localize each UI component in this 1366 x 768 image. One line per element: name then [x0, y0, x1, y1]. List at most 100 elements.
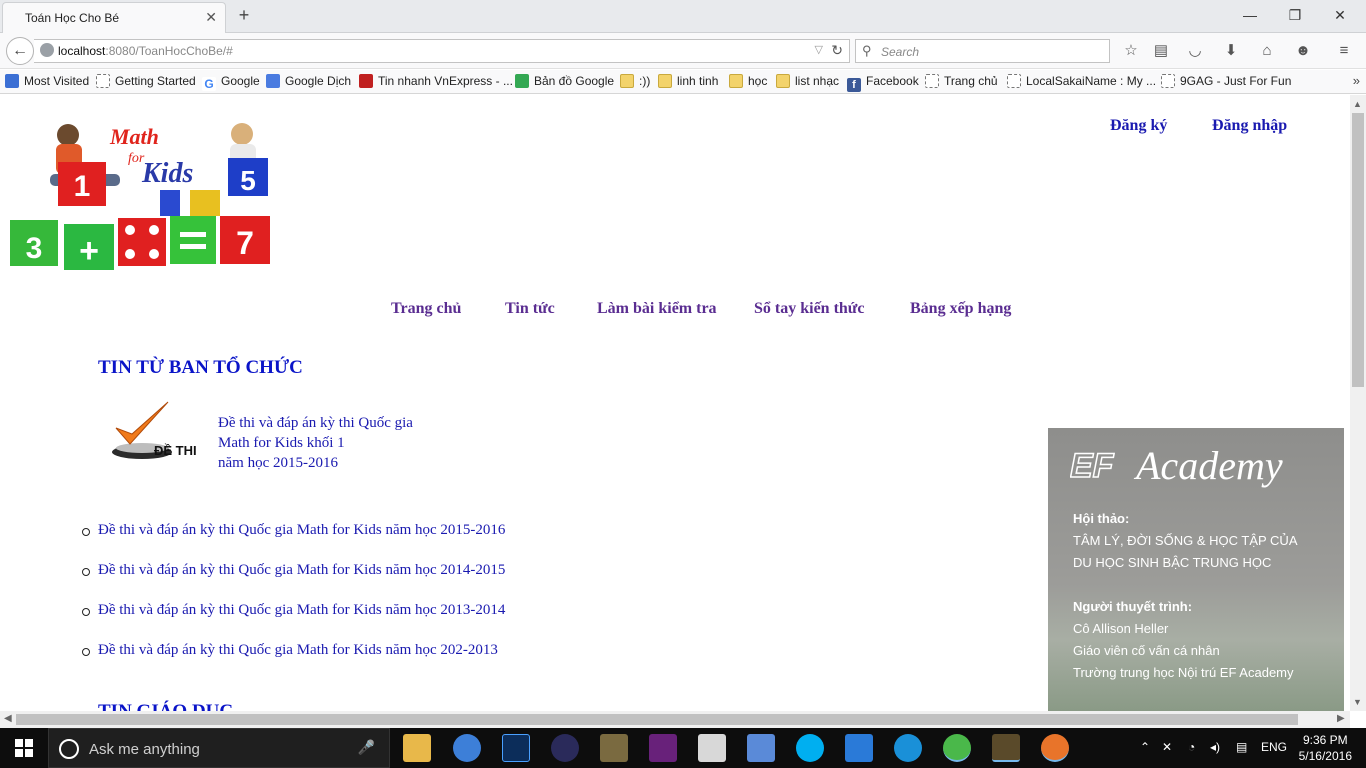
reading-list-icon[interactable]: ▤: [1151, 41, 1171, 61]
news-item[interactable]: Đề thi và đáp án kỳ thi Quốc gia Math fo…: [82, 522, 505, 562]
scroll-left-icon[interactable]: ◀: [4, 713, 12, 724]
bookmark-folder-list-nhac[interactable]: list nhạc: [776, 74, 839, 88]
google-icon: G: [202, 77, 216, 91]
horizontal-scroll-thumb[interactable]: [16, 714, 1298, 725]
game-icon[interactable]: [992, 734, 1020, 762]
url-dropdown-icon[interactable]: ▽: [815, 43, 823, 56]
action-center-icon[interactable]: ▤: [1236, 740, 1247, 754]
ad-presenter-heading: Người thuyết trình:: [1073, 599, 1193, 614]
bookmark-trang-chu[interactable]: Trang chủ: [925, 74, 998, 88]
system-clock[interactable]: 9:36 PM 5/16/2016: [1299, 732, 1352, 764]
new-tab-button[interactable]: +: [234, 5, 254, 26]
eclipse-icon[interactable]: [551, 734, 579, 762]
horizontal-scrollbar[interactable]: ◀ ▶: [0, 711, 1350, 728]
exam-icon-label: ĐỀ THI: [154, 443, 197, 458]
minimize-button[interactable]: —: [1230, 4, 1270, 26]
pdf-icon[interactable]: [698, 734, 726, 762]
svg-text:1: 1: [74, 170, 91, 203]
ad-event-line-1: TÂM LÝ, ĐỜI SỐNG & HỌC TẬP CỦA: [1073, 533, 1298, 548]
teamviewer-icon[interactable]: [894, 734, 922, 762]
search-icon: ⚲: [862, 43, 872, 58]
back-button[interactable]: ←: [6, 37, 34, 65]
register-link[interactable]: Đăng ký: [1110, 117, 1167, 135]
exam-checkmark-icon[interactable]: ĐỀ THI: [108, 398, 200, 464]
menu-icon[interactable]: ≡: [1334, 41, 1354, 61]
translate-icon: [266, 74, 280, 88]
home-icon[interactable]: ⌂: [1257, 41, 1277, 61]
photoshop-icon[interactable]: [502, 734, 530, 762]
bookmark-vnexpress[interactable]: Tin nhanh VnExpress - ...: [359, 74, 513, 88]
pocket-icon[interactable]: ◡: [1185, 41, 1205, 61]
restore-button[interactable]: ❐: [1275, 4, 1315, 26]
tab-active[interactable]: Toán Học Cho Bé ✕: [2, 2, 226, 33]
menu-item-knowledge-notebook[interactable]: Sổ tay kiến thức: [754, 300, 865, 318]
itunes-icon[interactable]: [453, 734, 481, 762]
bookmark-folder-smile[interactable]: :)): [620, 74, 650, 88]
chrome-like-icon[interactable]: [943, 734, 971, 762]
vertical-scroll-thumb[interactable]: [1352, 113, 1364, 387]
page-icon: [1007, 74, 1021, 88]
show-hidden-icons-icon[interactable]: ⌃: [1140, 740, 1150, 754]
reload-icon[interactable]: ↻: [831, 42, 843, 59]
menu-item-news[interactable]: Tin tức: [505, 300, 555, 318]
wifi-icon[interactable]: ◔: [1188, 740, 1195, 754]
bookmark-folder-linh-tinh[interactable]: linh tinh: [658, 74, 718, 88]
bookmark-ban-do-google[interactable]: Bản đồ Google: [515, 74, 614, 88]
scroll-down-icon[interactable]: ▼: [1353, 697, 1362, 707]
tools-icon[interactable]: [600, 734, 628, 762]
featured-line-2: Math for Kids khối 1: [218, 435, 345, 451]
menu-item-take-test[interactable]: Làm bài kiểm tra: [597, 300, 717, 318]
ad-brand: Academy: [1136, 443, 1283, 488]
bullet-icon: [82, 528, 90, 536]
bookmark-most-visited[interactable]: Most Visited: [5, 74, 89, 88]
scroll-right-icon[interactable]: ▶: [1337, 713, 1345, 724]
bookmark-google[interactable]: G Google: [202, 74, 260, 91]
bookmarks-overflow-icon[interactable]: »: [1353, 73, 1360, 88]
folder-icon: [729, 74, 743, 88]
bookmark-facebook[interactable]: f Facebook: [847, 74, 919, 92]
volume-icon[interactable]: ◂): [1210, 740, 1220, 754]
news-item[interactable]: Đề thi và đáp án kỳ thi Quốc gia Math fo…: [82, 562, 505, 602]
bookmark-localsakai[interactable]: LocalSakaiName : My ...: [1007, 74, 1156, 88]
login-link[interactable]: Đăng nhập: [1212, 117, 1287, 135]
folder-icon: [620, 74, 634, 88]
site-info-icon[interactable]: [40, 43, 54, 57]
powershell-icon[interactable]: [845, 734, 873, 762]
paint-icon[interactable]: [747, 734, 775, 762]
bookmark-folder-hoc[interactable]: học: [729, 74, 767, 88]
svg-text:5: 5: [240, 165, 256, 196]
url-bar[interactable]: localhost:8080/ToanHocChoBe/# ▽ ↻: [34, 39, 850, 63]
ef-academy-ad[interactable]: EF Academy Hội thảo: TÂM LÝ, ĐỜI SỐNG & …: [1048, 428, 1344, 711]
menu-item-leaderboard[interactable]: Bảng xếp hạng: [910, 300, 1011, 318]
featured-exam-link[interactable]: Đề thi và đáp án kỳ thi Quốc gia Math fo…: [218, 413, 413, 473]
bookmark-google-dich[interactable]: Google Dịch: [266, 74, 351, 88]
cortana-search-box[interactable]: Ask me anything 🎤: [48, 728, 390, 768]
visual-studio-icon[interactable]: [649, 734, 677, 762]
bookmarks-bar: Most Visited Getting Started G Google Goo…: [0, 70, 1366, 94]
firefox-icon[interactable]: [1041, 734, 1069, 762]
chat-icon[interactable]: ☻: [1293, 41, 1313, 61]
tab-bar: Toán Học Cho Bé ✕ + — ❐ ✕: [0, 0, 1366, 33]
microphone-icon[interactable]: 🎤: [358, 739, 375, 756]
download-icon[interactable]: ⬇: [1221, 41, 1241, 61]
network-off-icon[interactable]: ✕: [1162, 740, 1172, 754]
search-input[interactable]: ⚲ Search: [855, 39, 1110, 63]
language-indicator[interactable]: ENG: [1261, 740, 1287, 754]
windows-start-icon[interactable]: [15, 739, 33, 757]
math-for-kids-logo[interactable]: Math for Kids 1 5 3 + 7: [10, 120, 276, 272]
close-window-button[interactable]: ✕: [1320, 4, 1360, 26]
skype-icon[interactable]: [796, 734, 824, 762]
bookmark-star-icon[interactable]: ☆: [1121, 41, 1141, 61]
close-tab-icon[interactable]: ✕: [205, 9, 217, 26]
file-explorer-icon[interactable]: [403, 734, 431, 762]
url-text[interactable]: localhost:8080/ToanHocChoBe/#: [58, 44, 233, 58]
news-item[interactable]: Đề thi và đáp án kỳ thi Quốc gia Math fo…: [82, 602, 505, 642]
bookmark-9gag[interactable]: 9GAG - Just For Fun: [1161, 74, 1291, 88]
clock-date: 5/16/2016: [1298, 749, 1352, 763]
ad-event-line-2: DU HỌC SINH BẬC TRUNG HỌC: [1073, 555, 1272, 570]
scroll-up-icon[interactable]: ▲: [1353, 99, 1362, 109]
bookmark-getting-started[interactable]: Getting Started: [96, 74, 196, 88]
news-item[interactable]: Đề thi và đáp án kỳ thi Quốc gia Math fo…: [82, 642, 505, 682]
vertical-scrollbar[interactable]: ▲ ▼: [1350, 95, 1366, 711]
menu-item-home[interactable]: Trang chủ: [391, 300, 461, 318]
